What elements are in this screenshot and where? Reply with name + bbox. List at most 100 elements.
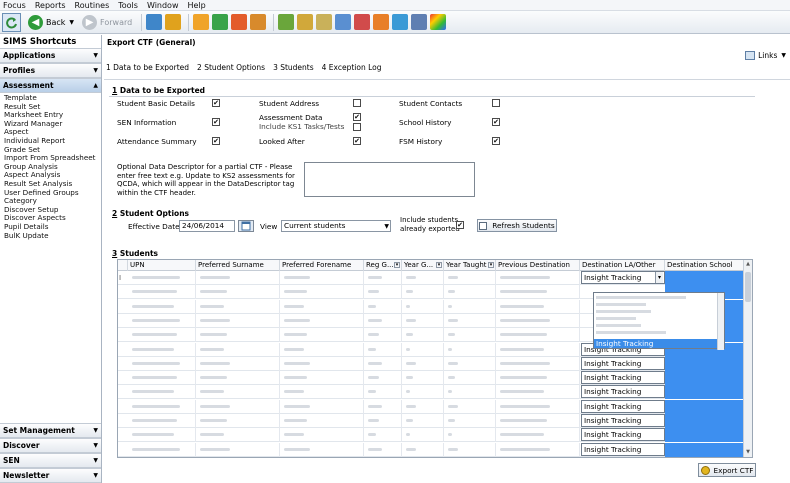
chart-icon[interactable] xyxy=(278,14,295,30)
sidebar-section-profiles[interactable]: Profiles ▼ xyxy=(0,63,101,78)
column-header-destination-la-other[interactable]: Destination LA/Other xyxy=(580,260,665,271)
destination-la-cell[interactable]: Insight Tracking xyxy=(581,442,665,456)
destination-school-cell[interactable] xyxy=(665,399,745,414)
include-ks1-checkbox[interactable] xyxy=(353,123,361,131)
column-header-destination-school[interactable]: Destination School xyxy=(665,260,745,271)
assessment-icon[interactable] xyxy=(354,14,371,30)
grid-icon[interactable] xyxy=(335,14,352,30)
destination-la-cell[interactable]: Insight Tracking xyxy=(581,399,665,413)
dropdown-option[interactable] xyxy=(596,317,636,320)
dropdown-option[interactable] xyxy=(596,331,666,334)
destination-la-cell[interactable]: Insight Tracking xyxy=(581,428,665,442)
sidebar-section-discover[interactable]: Discover ▼ xyxy=(0,438,101,453)
colour-palette-icon[interactable] xyxy=(430,14,447,30)
destination-school-cell[interactable] xyxy=(665,428,745,443)
menu-reports[interactable]: Reports xyxy=(35,1,66,10)
destination-school-cell[interactable] xyxy=(665,385,745,400)
column-header-year-taught[interactable]: Year Taught ▾ xyxy=(444,260,496,271)
destination-school-cell[interactable] xyxy=(665,371,745,386)
destination-la-cell[interactable]: Insight Tracking xyxy=(581,414,665,427)
grid-vertical-scrollbar[interactable]: ▲ ▼ xyxy=(743,260,752,457)
sidebar-section-set-management[interactable]: Set Management ▼ xyxy=(0,423,101,438)
destination-dropdown-list[interactable]: Insight Tracking xyxy=(593,292,725,350)
include-exported-checkbox[interactable]: ✔ xyxy=(456,221,464,229)
filter-dropdown-icon[interactable]: ▾ xyxy=(488,262,494,268)
table-row[interactable]: Insight Tracking xyxy=(118,414,752,428)
data-descriptor-input[interactable] xyxy=(304,162,475,197)
menu-focus[interactable]: Focus xyxy=(3,1,26,10)
filter-dropdown-icon[interactable]: ▾ xyxy=(394,262,400,268)
destination-la-cell[interactable]: Insight Tracking xyxy=(581,356,665,370)
refresh-button[interactable] xyxy=(2,12,21,32)
school-history-checkbox[interactable]: ✔ xyxy=(492,118,500,126)
sidebar-section-assessment[interactable]: Assessment ▲ xyxy=(0,78,101,93)
effective-date-input[interactable]: 24/06/2014 xyxy=(179,220,235,232)
table-row[interactable]: Insight Tracking xyxy=(118,371,752,386)
looked-after-checkbox[interactable]: ✔ xyxy=(353,137,361,145)
dropdown-option[interactable] xyxy=(596,296,686,299)
step-students[interactable]: 3 Students xyxy=(273,63,314,72)
sidebar-section-sen[interactable]: SEN ▼ xyxy=(0,453,101,468)
export-ctf-button[interactable]: Export CTF xyxy=(698,463,756,477)
student-basic-details-checkbox[interactable]: ✔ xyxy=(212,99,220,107)
sidebar-item-bulk-update[interactable]: BulK Update xyxy=(4,231,101,241)
table-row[interactable]: Insight Tracking xyxy=(118,399,752,414)
dropdown-option[interactable] xyxy=(596,310,651,313)
destination-school-cell[interactable] xyxy=(665,414,745,428)
clock-icon[interactable] xyxy=(373,14,390,30)
column-header-preferred-surname[interactable]: Preferred Surname xyxy=(196,260,280,271)
table-row[interactable]: Insight Tracking ▾ I xyxy=(118,271,752,285)
attendance-summary-checkbox[interactable]: ✔ xyxy=(212,137,220,145)
person-icon[interactable] xyxy=(165,14,182,30)
students-grid[interactable]: UPN Preferred Surname Preferred Forename… xyxy=(117,259,753,458)
table-row[interactable]: Insight Tracking xyxy=(118,442,752,457)
destination-la-cell[interactable]: Insight Tracking xyxy=(581,385,665,399)
chevron-down-icon[interactable]: ▼ xyxy=(69,19,74,26)
sen-information-checkbox[interactable]: ✔ xyxy=(212,118,220,126)
table-row[interactable]: Insight Tracking xyxy=(118,428,752,443)
dropdown-scrollbar[interactable] xyxy=(717,293,724,350)
scroll-up-icon[interactable]: ▲ xyxy=(744,261,752,270)
links-menu[interactable]: Links ▼ xyxy=(745,51,786,60)
column-header-year-group[interactable]: Year G... ▾ xyxy=(402,260,444,271)
folder-icon[interactable] xyxy=(193,14,210,30)
student-search-icon[interactable] xyxy=(146,14,163,30)
document-icon[interactable] xyxy=(316,14,333,30)
menu-help[interactable]: Help xyxy=(188,1,206,10)
filter-dropdown-icon[interactable]: ▾ xyxy=(436,262,442,268)
fsm-history-checkbox[interactable]: ✔ xyxy=(492,137,500,145)
student-address-checkbox[interactable] xyxy=(353,99,361,107)
destination-la-cell[interactable]: Insight Tracking xyxy=(581,371,665,385)
scroll-down-icon[interactable]: ▼ xyxy=(744,449,752,457)
destination-school-cell[interactable] xyxy=(665,271,745,285)
step-student-options[interactable]: 2 Student Options xyxy=(197,63,265,72)
column-header-preferred-forename[interactable]: Preferred Forename xyxy=(280,260,364,271)
destination-school-cell[interactable] xyxy=(665,442,745,457)
user-group-icon[interactable] xyxy=(392,14,409,30)
column-header-reg-group[interactable]: Reg G... ▾ xyxy=(364,260,402,271)
column-header-previous-destination[interactable]: Previous Destination xyxy=(496,260,580,271)
scroll-thumb[interactable] xyxy=(745,272,751,302)
column-header-upn[interactable]: UPN xyxy=(128,260,196,271)
view-select[interactable]: Current students ▼ xyxy=(281,220,391,232)
flag-icon[interactable] xyxy=(212,14,229,30)
contacts-icon[interactable] xyxy=(411,14,428,30)
dropdown-option[interactable] xyxy=(596,324,641,327)
dropdown-selected-option[interactable]: Insight Tracking xyxy=(594,339,718,348)
menu-tools[interactable]: Tools xyxy=(118,1,138,10)
sidebar-section-newsletter[interactable]: Newsletter ▼ xyxy=(0,468,101,483)
attendance-icon[interactable] xyxy=(231,14,248,30)
table-row[interactable]: Insight Tracking xyxy=(118,356,752,371)
menu-window[interactable]: Window xyxy=(147,1,179,10)
staff-icon[interactable] xyxy=(250,14,267,30)
report-icon[interactable] xyxy=(297,14,314,30)
step-data-to-be-exported[interactable]: 1 Data to be Exported xyxy=(106,63,189,72)
forward-button[interactable]: ▶ Forward xyxy=(79,13,135,32)
sidebar-section-applications[interactable]: Applications ▼ xyxy=(0,48,101,63)
assessment-data-checkbox[interactable]: ✔ xyxy=(353,113,361,121)
destination-la-cell[interactable]: Insight Tracking ▾ xyxy=(581,271,665,284)
step-exception-log[interactable]: 4 Exception Log xyxy=(322,63,382,72)
back-button[interactable]: ◀ Back ▼ xyxy=(25,13,77,32)
calendar-button[interactable] xyxy=(238,220,254,232)
student-contacts-checkbox[interactable] xyxy=(492,99,500,107)
